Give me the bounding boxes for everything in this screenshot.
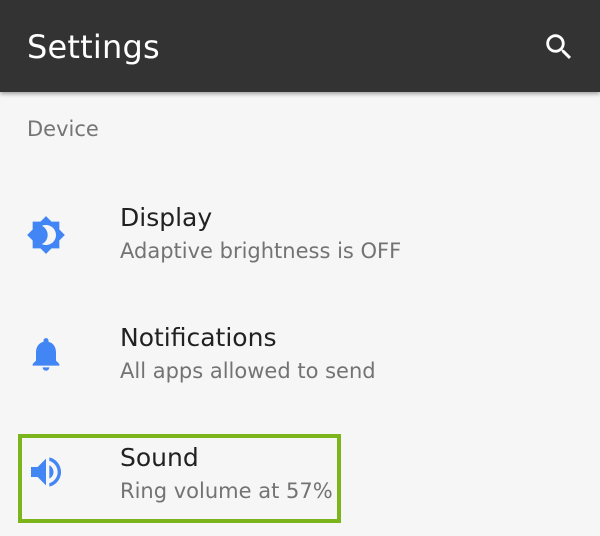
settings-item-display[interactable]: Display Adaptive brightness is OFF <box>0 182 600 292</box>
bell-icon <box>26 334 66 374</box>
item-summary: Ring volume at 57% <box>120 479 333 503</box>
item-summary: All apps allowed to send <box>120 359 376 383</box>
section-header-device: Device <box>27 117 99 141</box>
item-title: Sound <box>120 443 199 472</box>
page-title: Settings <box>27 28 160 66</box>
search-icon <box>546 34 572 60</box>
volume-icon <box>26 452 66 492</box>
settings-item-notifications[interactable]: Notifications All apps allowed to send <box>0 302 600 412</box>
app-bar: Settings <box>0 0 600 92</box>
brightness-icon <box>26 215 66 255</box>
search-button[interactable] <box>538 26 580 68</box>
settings-list: Device Display Adaptive brightness is OF… <box>0 92 600 536</box>
item-title: Display <box>120 203 213 232</box>
settings-item-sound[interactable]: Sound Ring volume at 57% <box>0 422 600 532</box>
item-summary: Adaptive brightness is OFF <box>120 239 402 263</box>
item-title: Notifications <box>120 323 277 352</box>
